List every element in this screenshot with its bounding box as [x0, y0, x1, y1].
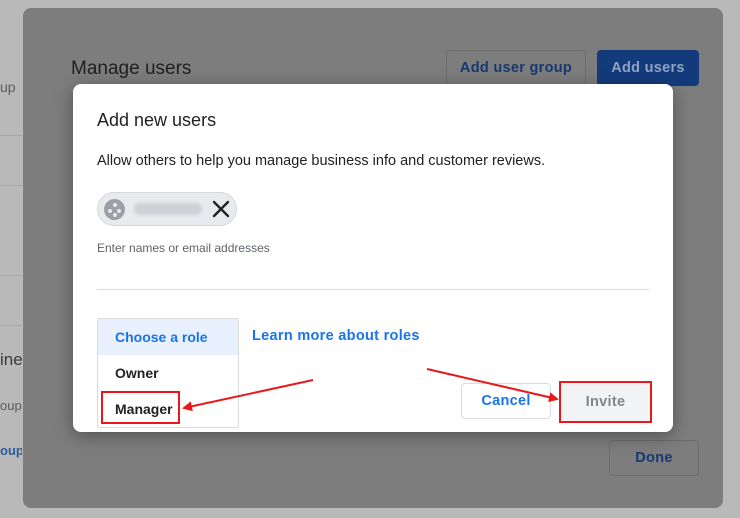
- background-heading-fragment: ine: [0, 350, 22, 369]
- manage-users-title: Manage users: [71, 58, 192, 79]
- done-button[interactable]: Done: [609, 440, 699, 476]
- learn-more-roles-link[interactable]: Learn more about roles: [252, 328, 420, 344]
- add-users-button[interactable]: Add users: [597, 50, 699, 86]
- add-new-users-dialog: Add new users Allow others to help you m…: [73, 84, 673, 432]
- background-divider: [0, 185, 22, 186]
- manager-highlight-box: [101, 391, 180, 424]
- dialog-title: Add new users: [97, 110, 217, 130]
- input-underline: [97, 289, 649, 290]
- person-avatar-icon: [104, 199, 125, 220]
- dialog-description: Allow others to help you manage business…: [97, 153, 546, 169]
- role-option-owner[interactable]: Owner: [98, 355, 238, 391]
- role-option-choose[interactable]: Choose a role: [98, 319, 238, 355]
- add-user-group-button[interactable]: Add user group: [446, 50, 586, 86]
- user-chip[interactable]: [97, 192, 237, 226]
- invite-button[interactable]: Invite: [559, 381, 652, 423]
- background-divider: [0, 275, 22, 276]
- background-fragment: up: [0, 79, 16, 95]
- background-divider: [0, 325, 22, 326]
- background-link-fragment[interactable]: oup: [0, 443, 22, 458]
- email-input-placeholder[interactable]: Enter names or email addresses: [97, 241, 270, 255]
- background-divider: [0, 135, 22, 136]
- background-fragment: oup,: [0, 398, 22, 413]
- cancel-button[interactable]: Cancel: [461, 383, 551, 419]
- chip-name-redacted: [134, 203, 202, 215]
- close-icon[interactable]: [208, 196, 234, 222]
